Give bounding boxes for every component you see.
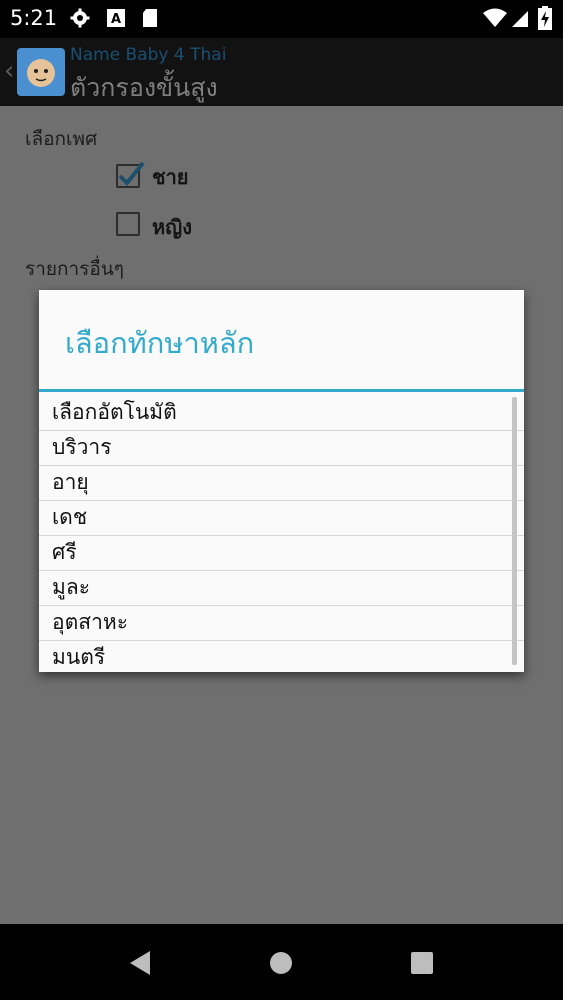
list-item[interactable]: มนตรี	[39, 641, 524, 676]
list-item[interactable]: ศรี	[39, 536, 524, 571]
gender-label: เลือกเพศ	[25, 128, 98, 150]
female-label: หญิง	[152, 215, 192, 239]
signal-icon	[512, 11, 528, 27]
wifi-icon	[483, 8, 507, 27]
app-name: Name Baby 4 Thai	[70, 45, 227, 65]
action-bar: ‹ Name Baby 4 Thai ตัวกรองขั้นสูง	[0, 38, 563, 106]
up-chevron-icon[interactable]: ‹	[4, 56, 14, 86]
dialog-title: เลือกทักษาหลัก	[65, 326, 255, 360]
gear-icon	[70, 8, 90, 28]
sd-card-icon	[143, 9, 157, 27]
male-checkbox[interactable]	[116, 161, 145, 188]
navigation-bar	[0, 924, 563, 1000]
status-time: 5:21	[10, 6, 58, 30]
female-checkbox[interactable]	[116, 212, 140, 236]
screen-title: ตัวกรองขั้นสูง	[70, 73, 218, 102]
list-item[interactable]: อุตสาหะ	[39, 606, 524, 641]
list-item[interactable]: มูละ	[39, 571, 524, 606]
a-accessibility-icon: A	[107, 9, 125, 27]
back-icon[interactable]	[128, 950, 152, 976]
dialog-title-divider	[39, 389, 524, 392]
checkmark-icon	[118, 161, 145, 186]
home-icon[interactable]	[269, 951, 293, 975]
select-dialog: เลือกทักษาหลัก เลือกอัตโนมัติ บริวาร อาย…	[39, 290, 524, 672]
list-item[interactable]: อายุ	[39, 466, 524, 501]
male-label: ชาย	[152, 165, 189, 189]
dialog-option-list: เลือกอัตโนมัติ บริวาร อายุ เดช ศรี มูละ …	[39, 396, 524, 676]
list-scrollbar[interactable]	[512, 397, 517, 665]
app-logo-icon[interactable]	[17, 48, 65, 96]
list-item[interactable]: บริวาร	[39, 431, 524, 466]
status-bar: 5:21 A	[0, 0, 563, 38]
battery-charging-icon	[538, 6, 552, 30]
other-items-label: รายการอื่นๆ	[25, 258, 124, 280]
list-item[interactable]: เลือกอัตโนมัติ	[39, 396, 524, 431]
svg-text:A: A	[111, 12, 121, 27]
list-item[interactable]: เดช	[39, 501, 524, 536]
recents-icon[interactable]	[410, 951, 434, 975]
